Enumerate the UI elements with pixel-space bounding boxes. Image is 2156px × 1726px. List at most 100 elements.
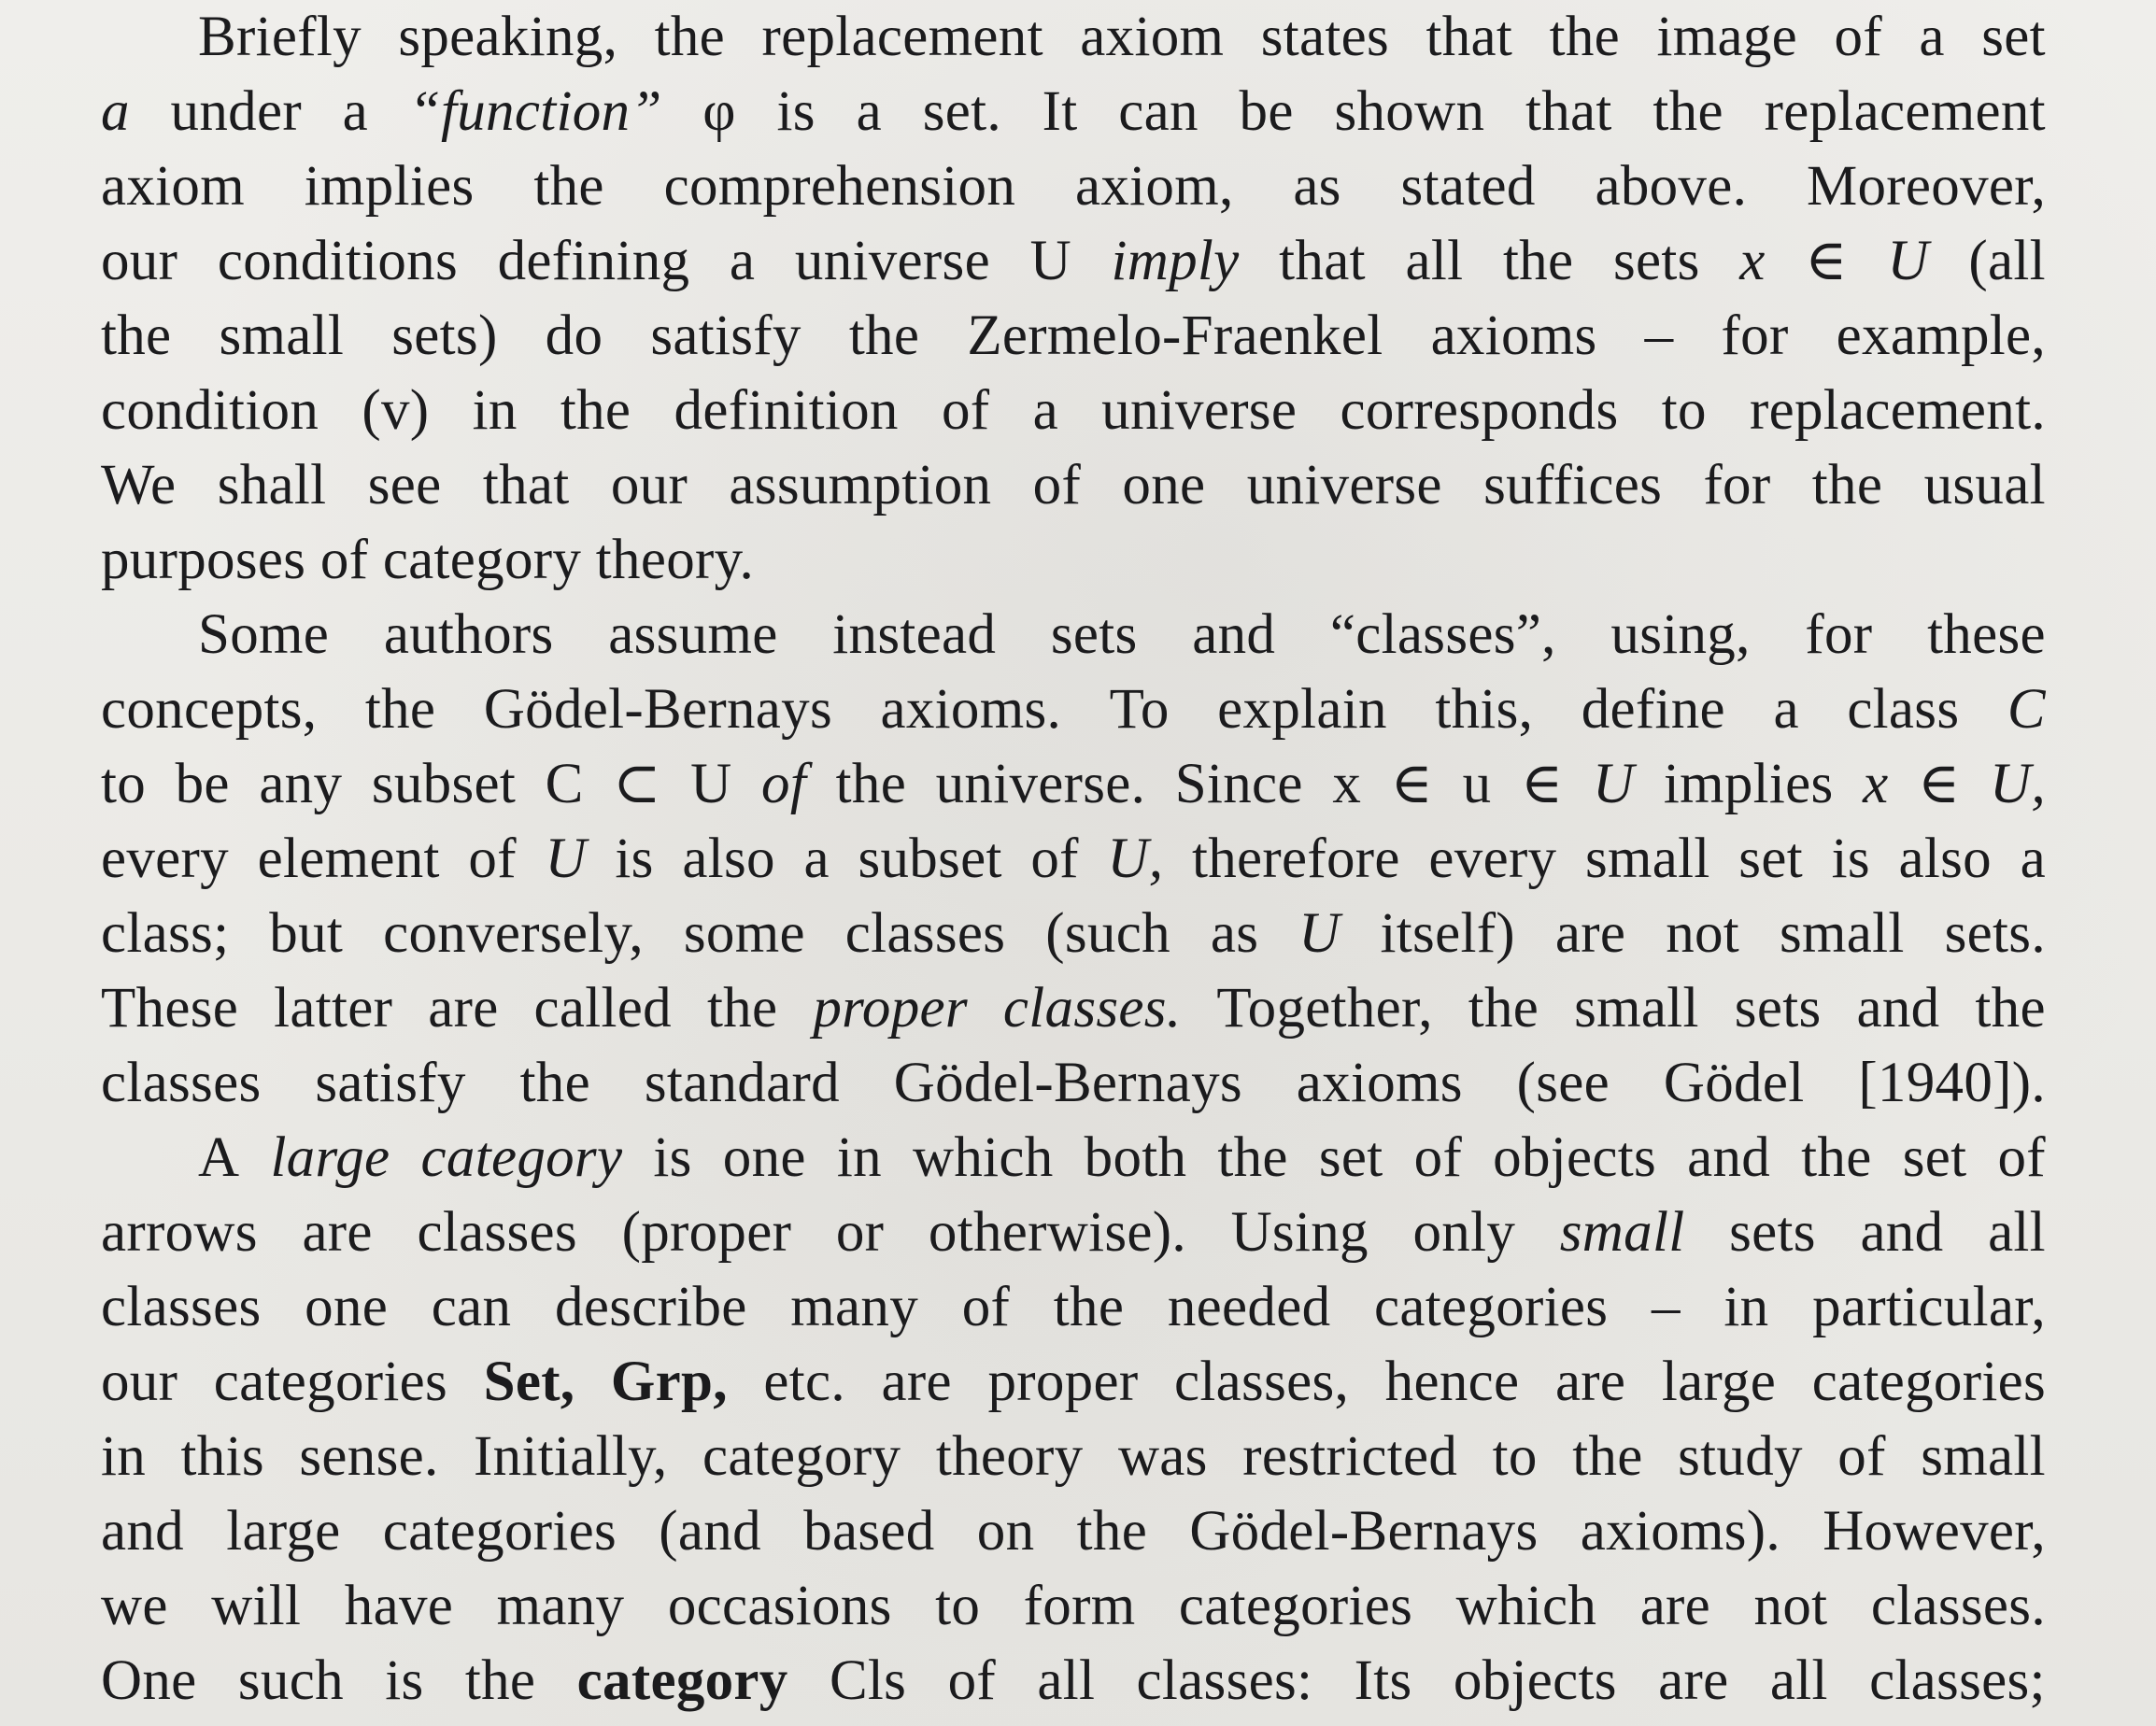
word: are — [1554, 902, 1626, 965]
text-line: Alarge category is one in which both the set of ob… — [101, 1121, 2046, 1195]
word: that — [1426, 6, 1513, 68]
word: one — [1122, 454, 1206, 516]
word: in — [472, 379, 518, 442]
word: latter — [274, 977, 393, 1040]
word: to — [935, 1575, 981, 1637]
word: as — [1210, 902, 1259, 965]
word: both — [1084, 1126, 1187, 1189]
text-line: to be any subset C ⊂ Uof the universe. Since x ∈ u ∈ U… — [101, 747, 2046, 822]
word: categories — [213, 1351, 448, 1413]
word: called — [533, 977, 672, 1040]
word: but — [269, 902, 344, 965]
word: arrows — [101, 1201, 258, 1264]
word: small — [1780, 902, 1905, 965]
word: theory — [935, 1425, 1084, 1488]
word: axiom — [1080, 6, 1225, 68]
word: We — [101, 454, 177, 516]
word: large — [1661, 1351, 1777, 1413]
word: are — [1658, 1649, 1729, 1712]
word: axioms). — [1580, 1500, 1780, 1563]
word: study — [1678, 1425, 1803, 1488]
word: the — [1572, 1425, 1643, 1488]
word: stated — [1400, 155, 1536, 218]
text-line: and large categories (and based on the Gödel-Be… — [101, 1494, 2046, 1569]
word: to — [101, 753, 147, 815]
word: can — [431, 1276, 512, 1338]
word: the — [654, 6, 726, 68]
word: is — [385, 1649, 424, 1712]
word: that — [482, 454, 570, 516]
word: U — [1029, 230, 1071, 292]
word: etc. — [763, 1351, 845, 1413]
word: φ — [702, 80, 736, 143]
word: Some — [198, 603, 330, 666]
word: U, — [1990, 753, 2046, 815]
word: ⊂ — [613, 753, 661, 815]
word: our — [101, 1351, 178, 1413]
word: suffices — [1483, 454, 1663, 516]
word: proper — [987, 1351, 1139, 1413]
word: occasions — [667, 1575, 892, 1637]
word: Cls — [829, 1649, 907, 1712]
word: image — [1656, 6, 1798, 68]
text-line: our categories Set, Grp, etc. are proper classe… — [101, 1345, 2046, 1420]
word: using, — [1610, 603, 1751, 666]
word: explain — [1217, 678, 1387, 741]
word: subset — [858, 828, 1002, 890]
word: category — [420, 1126, 623, 1189]
word: above. — [1595, 155, 1748, 218]
word: objects — [1493, 1126, 1657, 1189]
word: we — [101, 1575, 168, 1637]
word: Gödel-Bernays — [893, 1052, 1242, 1114]
word: these — [1927, 603, 2046, 666]
word: small — [219, 304, 345, 367]
word: ∈ — [1390, 753, 1434, 815]
word: of — [1837, 1425, 1886, 1488]
word: any — [259, 753, 343, 815]
word: classes — [101, 1276, 262, 1338]
word: one — [305, 1276, 389, 1338]
word: – — [1651, 1276, 1681, 1338]
word: Set, — [483, 1351, 575, 1413]
word: “function” — [408, 80, 662, 143]
word: states — [1260, 6, 1390, 68]
word: standard — [644, 1052, 840, 1114]
word: this — [180, 1425, 264, 1488]
word: usual — [1923, 454, 2046, 516]
word: also — [1898, 828, 1992, 890]
word: as — [1293, 155, 1341, 218]
word: the — [1217, 1126, 1288, 1189]
word: condition — [101, 379, 319, 442]
word: axioms. — [880, 678, 1062, 741]
word: only — [1412, 1201, 1516, 1264]
word: not — [1753, 1575, 1828, 1637]
word: categories — [1178, 1575, 1413, 1637]
word: ∈ — [1918, 753, 1961, 815]
word: for — [1721, 304, 1789, 367]
word: Using — [1230, 1201, 1369, 1264]
word: of — [1413, 1126, 1463, 1189]
word: It — [1042, 80, 1078, 143]
word: of — [319, 529, 369, 591]
word: authors — [383, 603, 554, 666]
word: ∈ — [1805, 230, 1848, 292]
word: are — [302, 1201, 373, 1264]
word: is — [1831, 828, 1870, 890]
word: set — [1738, 828, 1803, 890]
word: small — [1584, 828, 1710, 890]
word: a — [342, 80, 369, 143]
word: the — [706, 977, 778, 1040]
word: is — [653, 1126, 692, 1189]
word: example, — [1836, 304, 2046, 367]
word: classes — [844, 902, 1006, 965]
word: U — [690, 753, 732, 815]
text-line: Some authors assume instead sets and “classes”… — [101, 598, 2046, 672]
word: otherwise). — [928, 1201, 1186, 1264]
word: and — [101, 1500, 184, 1563]
word: to — [1661, 379, 1707, 442]
word: therefore — [1191, 828, 1400, 890]
word: Moreover, — [1806, 155, 2046, 218]
word: in — [836, 1126, 882, 1189]
word: category — [702, 1425, 901, 1488]
word: the — [464, 1649, 536, 1712]
